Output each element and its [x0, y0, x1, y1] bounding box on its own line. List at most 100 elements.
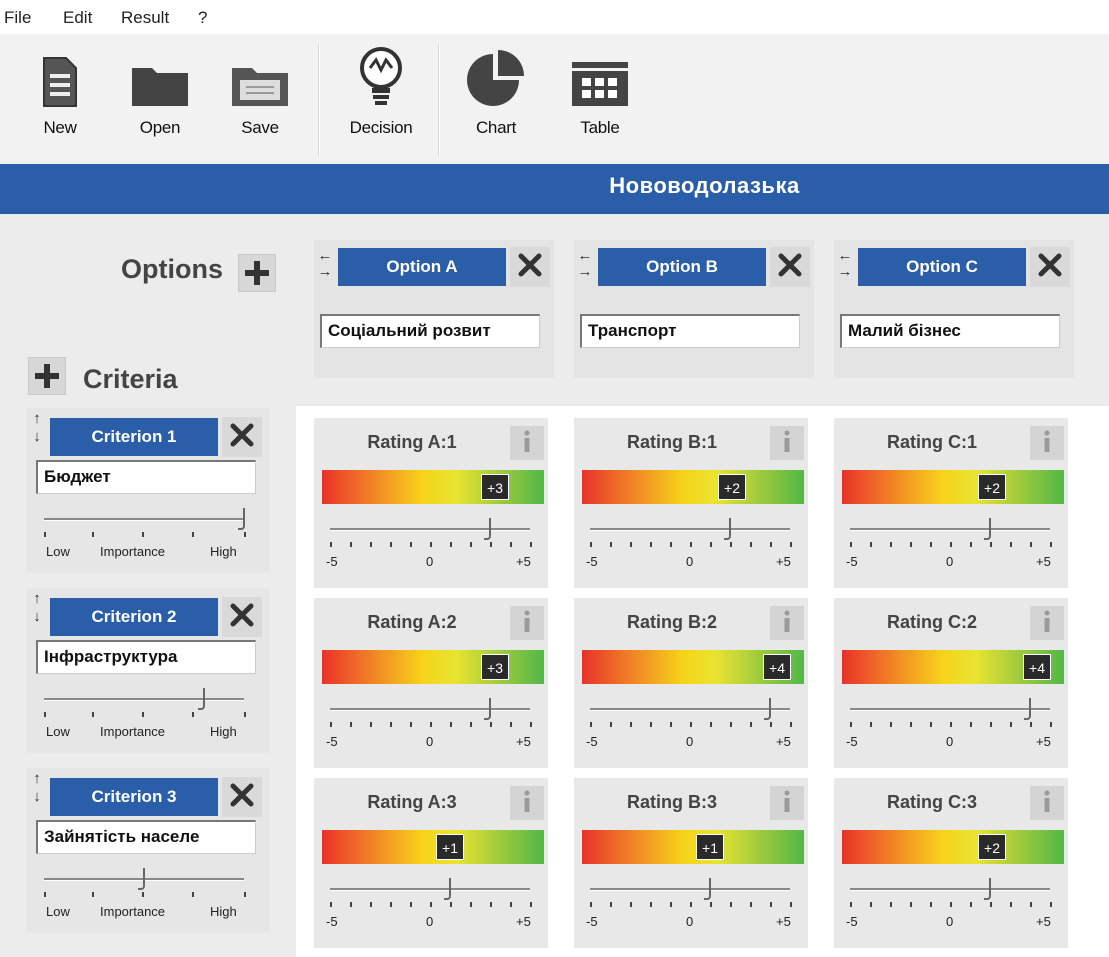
- slider-tick: [1050, 902, 1052, 907]
- rating-min-label: -5: [326, 554, 338, 569]
- rating-slider[interactable]: -5 0 +5: [586, 516, 792, 580]
- rating-slider[interactable]: -5 0 +5: [846, 516, 1052, 580]
- option-name-field[interactable]: Малий бізнес: [840, 314, 1060, 348]
- option-name-button[interactable]: Option B: [598, 248, 766, 286]
- reorder-horizontal-icon[interactable]: ← →: [314, 248, 336, 286]
- option-name-field[interactable]: Соціальний розвит: [320, 314, 540, 348]
- reorder-vertical-icon[interactable]: ↑ ↓: [28, 410, 46, 450]
- rating-slider[interactable]: -5 0 +5: [586, 696, 792, 760]
- criterion-name-button[interactable]: Criterion 2: [50, 598, 218, 636]
- rating-info-button[interactable]: [510, 426, 544, 460]
- slider-thumb[interactable]: [238, 508, 245, 530]
- rating-title: Rating C:2: [887, 612, 977, 632]
- rating-slider[interactable]: -5 0 +5: [326, 696, 532, 760]
- remove-criterion-button[interactable]: [222, 777, 262, 817]
- rating-color-bar: +2: [842, 470, 1064, 504]
- decision-button[interactable]: Decision: [338, 34, 424, 159]
- slider-thumb[interactable]: [444, 878, 451, 900]
- slider-tick: [730, 902, 732, 907]
- rating-info-button[interactable]: [770, 426, 804, 460]
- chart-button[interactable]: Chart: [458, 34, 534, 159]
- slider-thumb[interactable]: [984, 518, 991, 540]
- criterion-name-field[interactable]: Інфраструктура: [36, 640, 256, 674]
- rating-slider[interactable]: -5 0 +5: [326, 516, 532, 580]
- chart-label: Chart: [475, 118, 517, 137]
- slider-tick: [950, 542, 952, 547]
- rating-max-label: +5: [516, 554, 531, 569]
- rating-slider[interactable]: -5 0 +5: [326, 876, 532, 940]
- slider-tick: [970, 542, 972, 547]
- slider-track: [850, 528, 1050, 531]
- rating-slider[interactable]: -5 0 +5: [846, 876, 1052, 940]
- add-option-button[interactable]: [238, 254, 276, 292]
- slider-thumb[interactable]: [484, 698, 491, 720]
- table-button[interactable]: Table: [562, 34, 638, 159]
- rating-info-button[interactable]: [770, 606, 804, 640]
- slider-tick: [870, 542, 872, 547]
- importance-slider[interactable]: Low Importance High: [44, 504, 246, 564]
- slider-tick: [490, 542, 492, 547]
- rating-info-button[interactable]: [1030, 606, 1064, 640]
- rating-slider[interactable]: -5 0 +5: [586, 876, 792, 940]
- rating-slider[interactable]: -5 0 +5: [846, 696, 1052, 760]
- slider-tick: [790, 722, 792, 727]
- reorder-vertical-icon[interactable]: ↑ ↓: [28, 590, 46, 630]
- reorder-horizontal-icon[interactable]: ← →: [834, 248, 856, 286]
- remove-criterion-button[interactable]: [222, 417, 262, 457]
- rating-max-label: +5: [776, 554, 791, 569]
- menu-result[interactable]: Result: [121, 8, 169, 28]
- importance-slider[interactable]: Low Importance High: [44, 684, 246, 744]
- slider-tick: [590, 722, 592, 727]
- reorder-vertical-icon[interactable]: ↑ ↓: [28, 770, 46, 810]
- rating-max-label: +5: [516, 734, 531, 749]
- slider-tick: [670, 542, 672, 547]
- menu-help[interactable]: ?: [198, 8, 207, 28]
- rating-info-button[interactable]: [510, 606, 544, 640]
- new-button[interactable]: New: [26, 34, 94, 159]
- info-icon: [781, 609, 793, 638]
- rating-info-button[interactable]: [1030, 426, 1064, 460]
- app-window: File Edit Result ? New Open Save Decisio…: [0, 0, 1109, 957]
- criterion-name-field[interactable]: Бюджет: [36, 460, 256, 494]
- criterion-name-field[interactable]: Зайнятість населе: [36, 820, 256, 854]
- option-name-field[interactable]: Транспорт: [580, 314, 800, 348]
- slider-tick: [1010, 722, 1012, 727]
- rating-info-button[interactable]: [770, 786, 804, 820]
- rating-panel: Rating B:3 +1 -5 0 +5: [574, 778, 808, 948]
- remove-criterion-button[interactable]: [222, 597, 262, 637]
- menu-edit[interactable]: Edit: [63, 8, 92, 28]
- reorder-horizontal-icon[interactable]: ← →: [574, 248, 596, 286]
- info-icon: [521, 789, 533, 818]
- menu-file[interactable]: File: [4, 8, 31, 28]
- slider-thumb[interactable]: [1024, 698, 1031, 720]
- slider-tick: [790, 902, 792, 907]
- remove-option-button[interactable]: [770, 247, 810, 287]
- remove-option-button[interactable]: [1030, 247, 1070, 287]
- slider-thumb[interactable]: [484, 518, 491, 540]
- importance-slider[interactable]: Low Importance High: [44, 864, 246, 924]
- open-button[interactable]: Open: [126, 34, 194, 159]
- remove-option-button[interactable]: [510, 247, 550, 287]
- option-name-button[interactable]: Option C: [858, 248, 1026, 286]
- slider-thumb[interactable]: [138, 868, 145, 890]
- slider-thumb[interactable]: [704, 878, 711, 900]
- slider-thumb[interactable]: [764, 698, 771, 720]
- rating-value-badge: +2: [978, 834, 1006, 860]
- option-name-button[interactable]: Option A: [338, 248, 506, 286]
- rating-color-bar: +4: [582, 650, 804, 684]
- rating-info-button[interactable]: [510, 786, 544, 820]
- slider-tick: [650, 722, 652, 727]
- slider-tick: [390, 542, 392, 547]
- slider-thumb[interactable]: [724, 518, 731, 540]
- criterion-name-button[interactable]: Criterion 3: [50, 778, 218, 816]
- criterion-name-button[interactable]: Criterion 1: [50, 418, 218, 456]
- slider-thumb[interactable]: [984, 878, 991, 900]
- save-button[interactable]: Save: [226, 34, 294, 159]
- info-icon: [1041, 609, 1053, 638]
- add-criterion-button[interactable]: [28, 357, 66, 395]
- slider-thumb[interactable]: [198, 688, 205, 710]
- rating-info-button[interactable]: [1030, 786, 1064, 820]
- rating-min-label: -5: [586, 554, 598, 569]
- slider-tick: [92, 532, 94, 537]
- rating-mid-label: 0: [686, 734, 694, 749]
